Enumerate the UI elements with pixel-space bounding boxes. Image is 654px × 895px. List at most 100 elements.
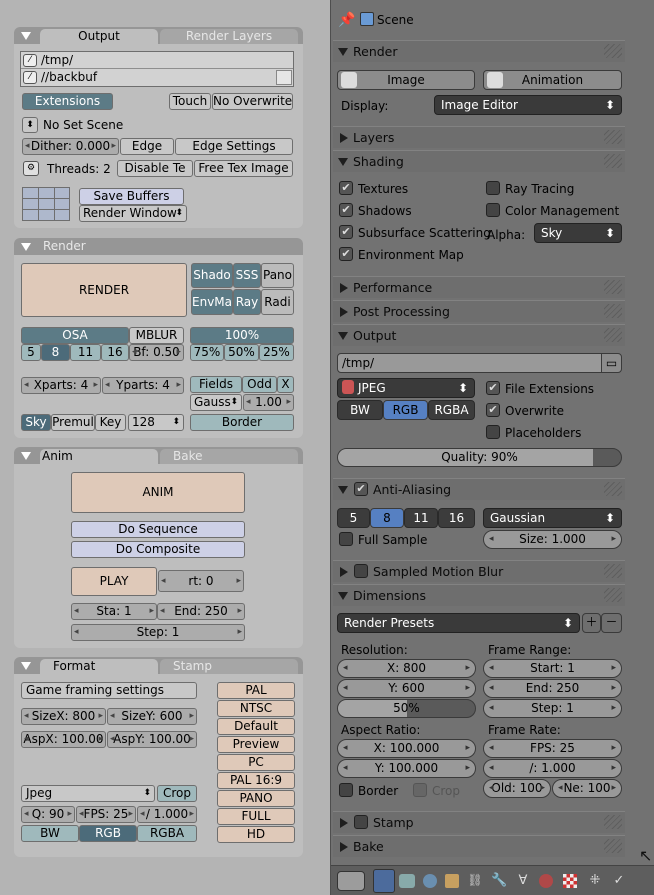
- pin-icon[interactable]: 📌: [338, 12, 355, 28]
- backbuf-toggle[interactable]: [276, 70, 292, 85]
- no-overwrite-button[interactable]: No Overwrite: [212, 93, 293, 110]
- aa-16-button[interactable]: 16: [438, 508, 475, 528]
- fps-base-field[interactable]: / 1.000: [137, 806, 197, 823]
- tab-output[interactable]: Output: [40, 29, 158, 44]
- drag-handle-icon[interactable]: [604, 44, 622, 58]
- fields-button[interactable]: Fields: [190, 376, 242, 393]
- constraints-context-icon[interactable]: ⛓: [467, 873, 483, 889]
- drag-handle-icon[interactable]: [604, 839, 622, 853]
- bw-button[interactable]: BW: [21, 825, 79, 842]
- size-percent-label[interactable]: 100%: [190, 327, 294, 344]
- motion-blur-section-header[interactable]: Sampled Motion Blur: [333, 560, 625, 582]
- quality-field[interactable]: Q: 90: [21, 806, 75, 823]
- sss-checkbox[interactable]: ✔: [339, 225, 353, 239]
- full-sample-checkbox[interactable]: [339, 532, 353, 546]
- radiosity-button[interactable]: Radi: [261, 289, 294, 315]
- shadow-button[interactable]: Shado: [191, 263, 233, 288]
- tab-format[interactable]: Format: [40, 659, 158, 674]
- rgb-button[interactable]: RGB: [79, 825, 137, 842]
- raytracing-checkbox[interactable]: [486, 181, 500, 195]
- drag-handle-icon[interactable]: [604, 815, 622, 829]
- dimensions-section-header[interactable]: Dimensions: [333, 584, 625, 606]
- aspy-field[interactable]: AspY: 100.00: [107, 731, 197, 748]
- threads-label[interactable]: Threads: 2: [47, 162, 111, 176]
- expand-arrow-icon[interactable]: [340, 133, 348, 143]
- texture-context-icon[interactable]: [563, 874, 577, 888]
- modifiers-context-icon[interactable]: 🔧: [491, 873, 507, 889]
- remove-preset-button[interactable]: －: [601, 613, 622, 633]
- drag-handle-icon[interactable]: [604, 482, 622, 496]
- rgb-button[interactable]: RGB: [383, 400, 428, 420]
- collapse-arrow-icon[interactable]: [21, 243, 31, 251]
- post-processing-section-header[interactable]: Post Processing: [333, 300, 625, 322]
- render-section-header[interactable]: Render: [333, 40, 625, 62]
- scene-context-icon[interactable]: [399, 874, 415, 888]
- fps-field[interactable]: FPS: 25: [76, 806, 136, 823]
- particles-context-icon[interactable]: ⁜: [587, 873, 603, 889]
- stamp-section-header[interactable]: Stamp: [333, 811, 625, 833]
- render-presets-select[interactable]: Render Presets: [337, 613, 580, 633]
- frame-step-field[interactable]: Step: 1: [483, 699, 622, 718]
- extensions-button[interactable]: Extensions: [22, 93, 113, 110]
- resolution-percent-slider[interactable]: 50%: [337, 699, 476, 718]
- performance-section-header[interactable]: Performance: [333, 276, 625, 298]
- output-path-field[interactable]: /tmp/: [337, 353, 602, 373]
- alpha-select[interactable]: Sky: [534, 223, 622, 243]
- sky-button[interactable]: Sky: [21, 414, 51, 431]
- drag-handle-icon[interactable]: [604, 154, 622, 168]
- do-composite-button[interactable]: Do Composite: [71, 541, 245, 558]
- edge-settings-button[interactable]: Edge Settings: [175, 138, 293, 155]
- antialiasing-section-header[interactable]: ✔ Anti-Aliasing: [333, 478, 625, 500]
- osa-button[interactable]: OSA: [21, 327, 129, 344]
- crop-checkbox[interactable]: [413, 783, 427, 797]
- preset-ntsc-button[interactable]: NTSC: [217, 700, 295, 717]
- color-management-checkbox[interactable]: [486, 203, 500, 217]
- dither-field[interactable]: Dither: 0.000: [22, 138, 119, 155]
- aa-5-button[interactable]: 5: [337, 508, 370, 528]
- output-section-header[interactable]: Output: [333, 324, 625, 346]
- file-format-select[interactable]: Jpeg ⬍: [21, 785, 155, 802]
- preset-full-button[interactable]: FULL: [217, 808, 295, 825]
- object-context-icon[interactable]: [445, 874, 459, 888]
- resolution-x-field[interactable]: X: 800: [337, 659, 476, 678]
- sizey-field[interactable]: SizeY: 600: [107, 708, 197, 725]
- collapse-arrow-icon[interactable]: [21, 452, 31, 460]
- scene-select-icon[interactable]: ⬍: [22, 117, 38, 133]
- touch-button[interactable]: Touch: [169, 93, 211, 110]
- file-extensions-checkbox[interactable]: ✔: [486, 381, 500, 395]
- preset-default-button[interactable]: Default: [217, 718, 295, 735]
- tab-render-layers[interactable]: Render Layers: [160, 29, 298, 44]
- border-checkbox[interactable]: [339, 783, 353, 797]
- expand-arrow-icon[interactable]: [338, 486, 348, 494]
- render-image-button[interactable]: Image: [337, 70, 475, 90]
- expand-arrow-icon[interactable]: [340, 283, 348, 293]
- frame-end-field[interactable]: End: 250: [483, 679, 622, 698]
- display-window-grid[interactable]: [22, 187, 70, 221]
- osa-16-button[interactable]: 16: [101, 344, 129, 361]
- size-25-button[interactable]: 25%: [259, 344, 294, 361]
- add-preset-button[interactable]: ＋: [582, 613, 601, 633]
- expand-arrow-icon[interactable]: [340, 567, 348, 577]
- render-animation-button[interactable]: Animation: [483, 70, 622, 90]
- drag-handle-icon[interactable]: [604, 328, 622, 342]
- file-format-select[interactable]: JPEG: [337, 378, 475, 398]
- edge-button[interactable]: Edge: [120, 138, 174, 155]
- collapse-arrow-icon[interactable]: [21, 32, 31, 40]
- motion-blur-checkbox[interactable]: [354, 564, 368, 578]
- quality-slider[interactable]: Quality: 90%: [337, 448, 622, 467]
- bake-section-header[interactable]: Bake: [333, 835, 625, 857]
- aspect-x-field[interactable]: X: 100.000: [337, 739, 476, 758]
- start-frame-field[interactable]: Sta: 1: [71, 603, 157, 620]
- expand-arrow-icon[interactable]: [340, 818, 348, 828]
- tab-bake[interactable]: Bake: [160, 449, 298, 464]
- rt-field[interactable]: rt: 0: [158, 570, 244, 592]
- output-path-row[interactable]: ⁄ /tmp/: [21, 52, 293, 69]
- render-context-camera-icon[interactable]: [373, 869, 395, 893]
- aa-filter-select[interactable]: Gaussian: [483, 508, 622, 528]
- threads-icon[interactable]: ⚙: [23, 161, 39, 176]
- aa-8-button[interactable]: 8: [370, 508, 404, 528]
- expand-arrow-icon[interactable]: [340, 307, 348, 317]
- render-button[interactable]: RENDER: [21, 263, 187, 317]
- render-window-select[interactable]: Render Window ⬍: [79, 205, 187, 222]
- gauss-select[interactable]: Gauss ⬍: [190, 394, 242, 411]
